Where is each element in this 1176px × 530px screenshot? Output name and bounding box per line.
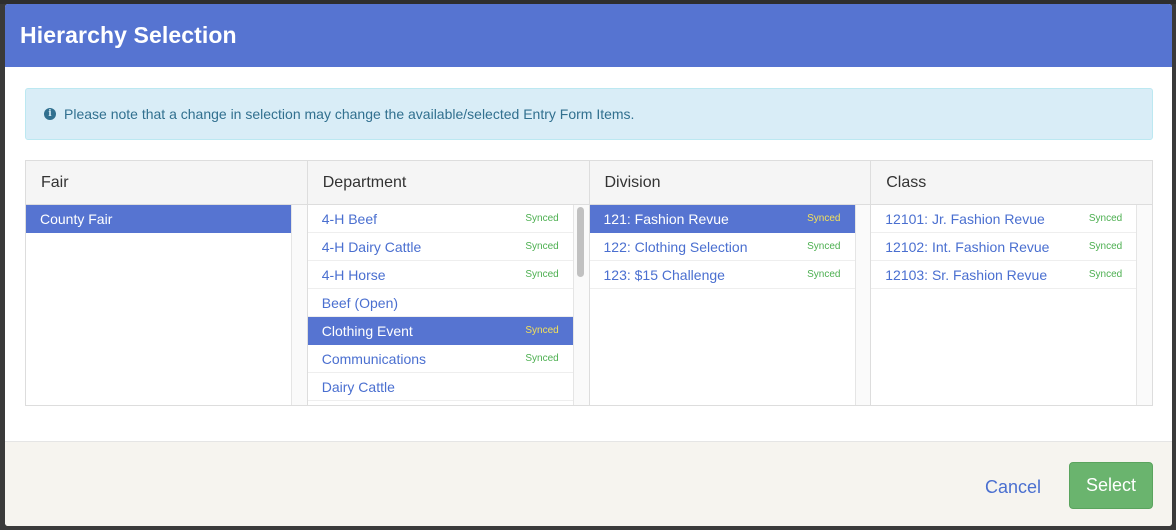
division-item-label: 123: $15 Challenge xyxy=(603,266,725,283)
division-list[interactable]: 121: Fashion Revue Synced 122: Clothing Se… xyxy=(589,205,856,405)
division-list-item[interactable]: 123: $15 Challenge Synced xyxy=(589,261,855,289)
department-item-label: Communications xyxy=(321,350,427,367)
cancel-button[interactable]: Cancel xyxy=(973,475,1053,499)
department-item-label: 4-H Dairy Cattle xyxy=(321,238,422,255)
synced-badge: Synced xyxy=(525,213,559,224)
synced-badge: Synced xyxy=(1088,213,1123,224)
class-list[interactable]: 12101: Jr. Fashion Revue Synced 12102: Int… xyxy=(871,205,1138,405)
department-scrollbar-thumb[interactable] xyxy=(576,207,584,277)
division-header: Division xyxy=(589,161,871,205)
division-scrollbar[interactable] xyxy=(855,205,871,405)
modal-header: Hierarchy Selection xyxy=(5,4,1172,67)
division-list-item[interactable]: 121: Fashion Revue Synced xyxy=(589,205,855,233)
synced-badge: Synced xyxy=(525,353,559,364)
synced-badge: Synced xyxy=(807,269,841,280)
fair-body: County Fair xyxy=(26,205,307,405)
department-header: Department xyxy=(307,161,589,205)
fair-panel: Fair County Fair xyxy=(26,161,308,405)
synced-badge: Synced xyxy=(525,269,559,280)
class-item-label: 12102: Int. Fashion Revue xyxy=(885,238,1050,255)
class-item-label: 12101: Jr. Fashion Revue xyxy=(885,210,1045,227)
fair-item-label: County Fair xyxy=(40,210,113,227)
info-alert: i Please note that a change in selection… xyxy=(25,88,1153,140)
class-panel: Class 12101: Jr. Fashion Revue Synced 1210… xyxy=(871,161,1152,405)
synced-badge: Synced xyxy=(807,213,841,224)
department-item-label: Clothing Event xyxy=(321,322,413,339)
department-item-label: 4-H Horse xyxy=(321,266,386,283)
class-scrollbar[interactable] xyxy=(1137,205,1152,405)
synced-badge: Synced xyxy=(525,241,559,252)
modal-footer: Cancel Select xyxy=(5,441,1172,526)
department-scrollbar[interactable] xyxy=(573,205,589,405)
fair-header: Fair xyxy=(26,161,307,205)
division-item-label: 122: Clothing Selection xyxy=(603,238,748,255)
select-button[interactable]: Select xyxy=(1069,462,1153,509)
division-list-item[interactable]: 122: Clothing Selection Synced xyxy=(589,233,855,261)
department-list-item[interactable]: 4-H Dairy Cattle Synced xyxy=(307,233,573,261)
department-body: 4-H Beef Synced 4-H Dairy Cattle Synced 4-H … xyxy=(307,205,589,405)
fair-scrollbar[interactable] xyxy=(292,205,307,405)
department-list-item[interactable]: Dairy Cattle xyxy=(307,373,573,401)
hierarchy-selection-modal: Hierarchy Selection i Please note that a… xyxy=(5,4,1172,526)
department-panel: Department 4-H Beef Synced 4-H Dairy Cattl… xyxy=(307,161,590,405)
department-item-label: Beef (Open) xyxy=(321,294,399,311)
class-list-item[interactable]: 12101: Jr. Fashion Revue Synced xyxy=(871,205,1137,233)
class-item-label: 12103: Sr. Fashion Revue xyxy=(885,266,1048,283)
fair-list[interactable]: County Fair xyxy=(26,205,292,405)
alert-text: Please note that a change in selection m… xyxy=(64,106,635,122)
division-panel: Division 121: Fashion Revue Synced 122: Cl… xyxy=(589,161,872,405)
department-list-item[interactable]: 4-H Beef Synced xyxy=(307,205,573,233)
synced-badge: Synced xyxy=(1088,269,1123,280)
department-list[interactable]: 4-H Beef Synced 4-H Dairy Cattle Synced 4-H … xyxy=(307,205,574,405)
department-list-item[interactable]: Beef (Open) xyxy=(307,289,573,317)
division-item-label: 121: Fashion Revue xyxy=(603,210,729,227)
synced-badge: Synced xyxy=(525,325,559,336)
synced-badge: Synced xyxy=(807,241,841,252)
class-body: 12101: Jr. Fashion Revue Synced 12102: Int… xyxy=(871,205,1152,405)
info-icon: i xyxy=(44,108,56,120)
fair-list-item[interactable]: County Fair xyxy=(26,205,291,233)
department-list-item[interactable]: Communications Synced xyxy=(307,345,573,373)
department-item-label: Dairy Cattle xyxy=(321,378,395,395)
class-list-item[interactable]: 12103: Sr. Fashion Revue Synced xyxy=(871,261,1137,289)
synced-badge: Synced xyxy=(1088,241,1123,252)
hierarchy-panels: Fair County Fair Department 4-H Beef Sync… xyxy=(25,160,1153,406)
department-item-label: 4-H Beef xyxy=(321,210,377,227)
class-header: Class xyxy=(871,161,1152,205)
class-list-item[interactable]: 12102: Int. Fashion Revue Synced xyxy=(871,233,1137,261)
division-body: 121: Fashion Revue Synced 122: Clothing Se… xyxy=(589,205,871,405)
department-list-item[interactable]: Clothing Event Synced xyxy=(307,317,573,345)
modal-title: Hierarchy Selection xyxy=(20,22,237,48)
department-list-item[interactable]: 4-H Horse Synced xyxy=(307,261,573,289)
